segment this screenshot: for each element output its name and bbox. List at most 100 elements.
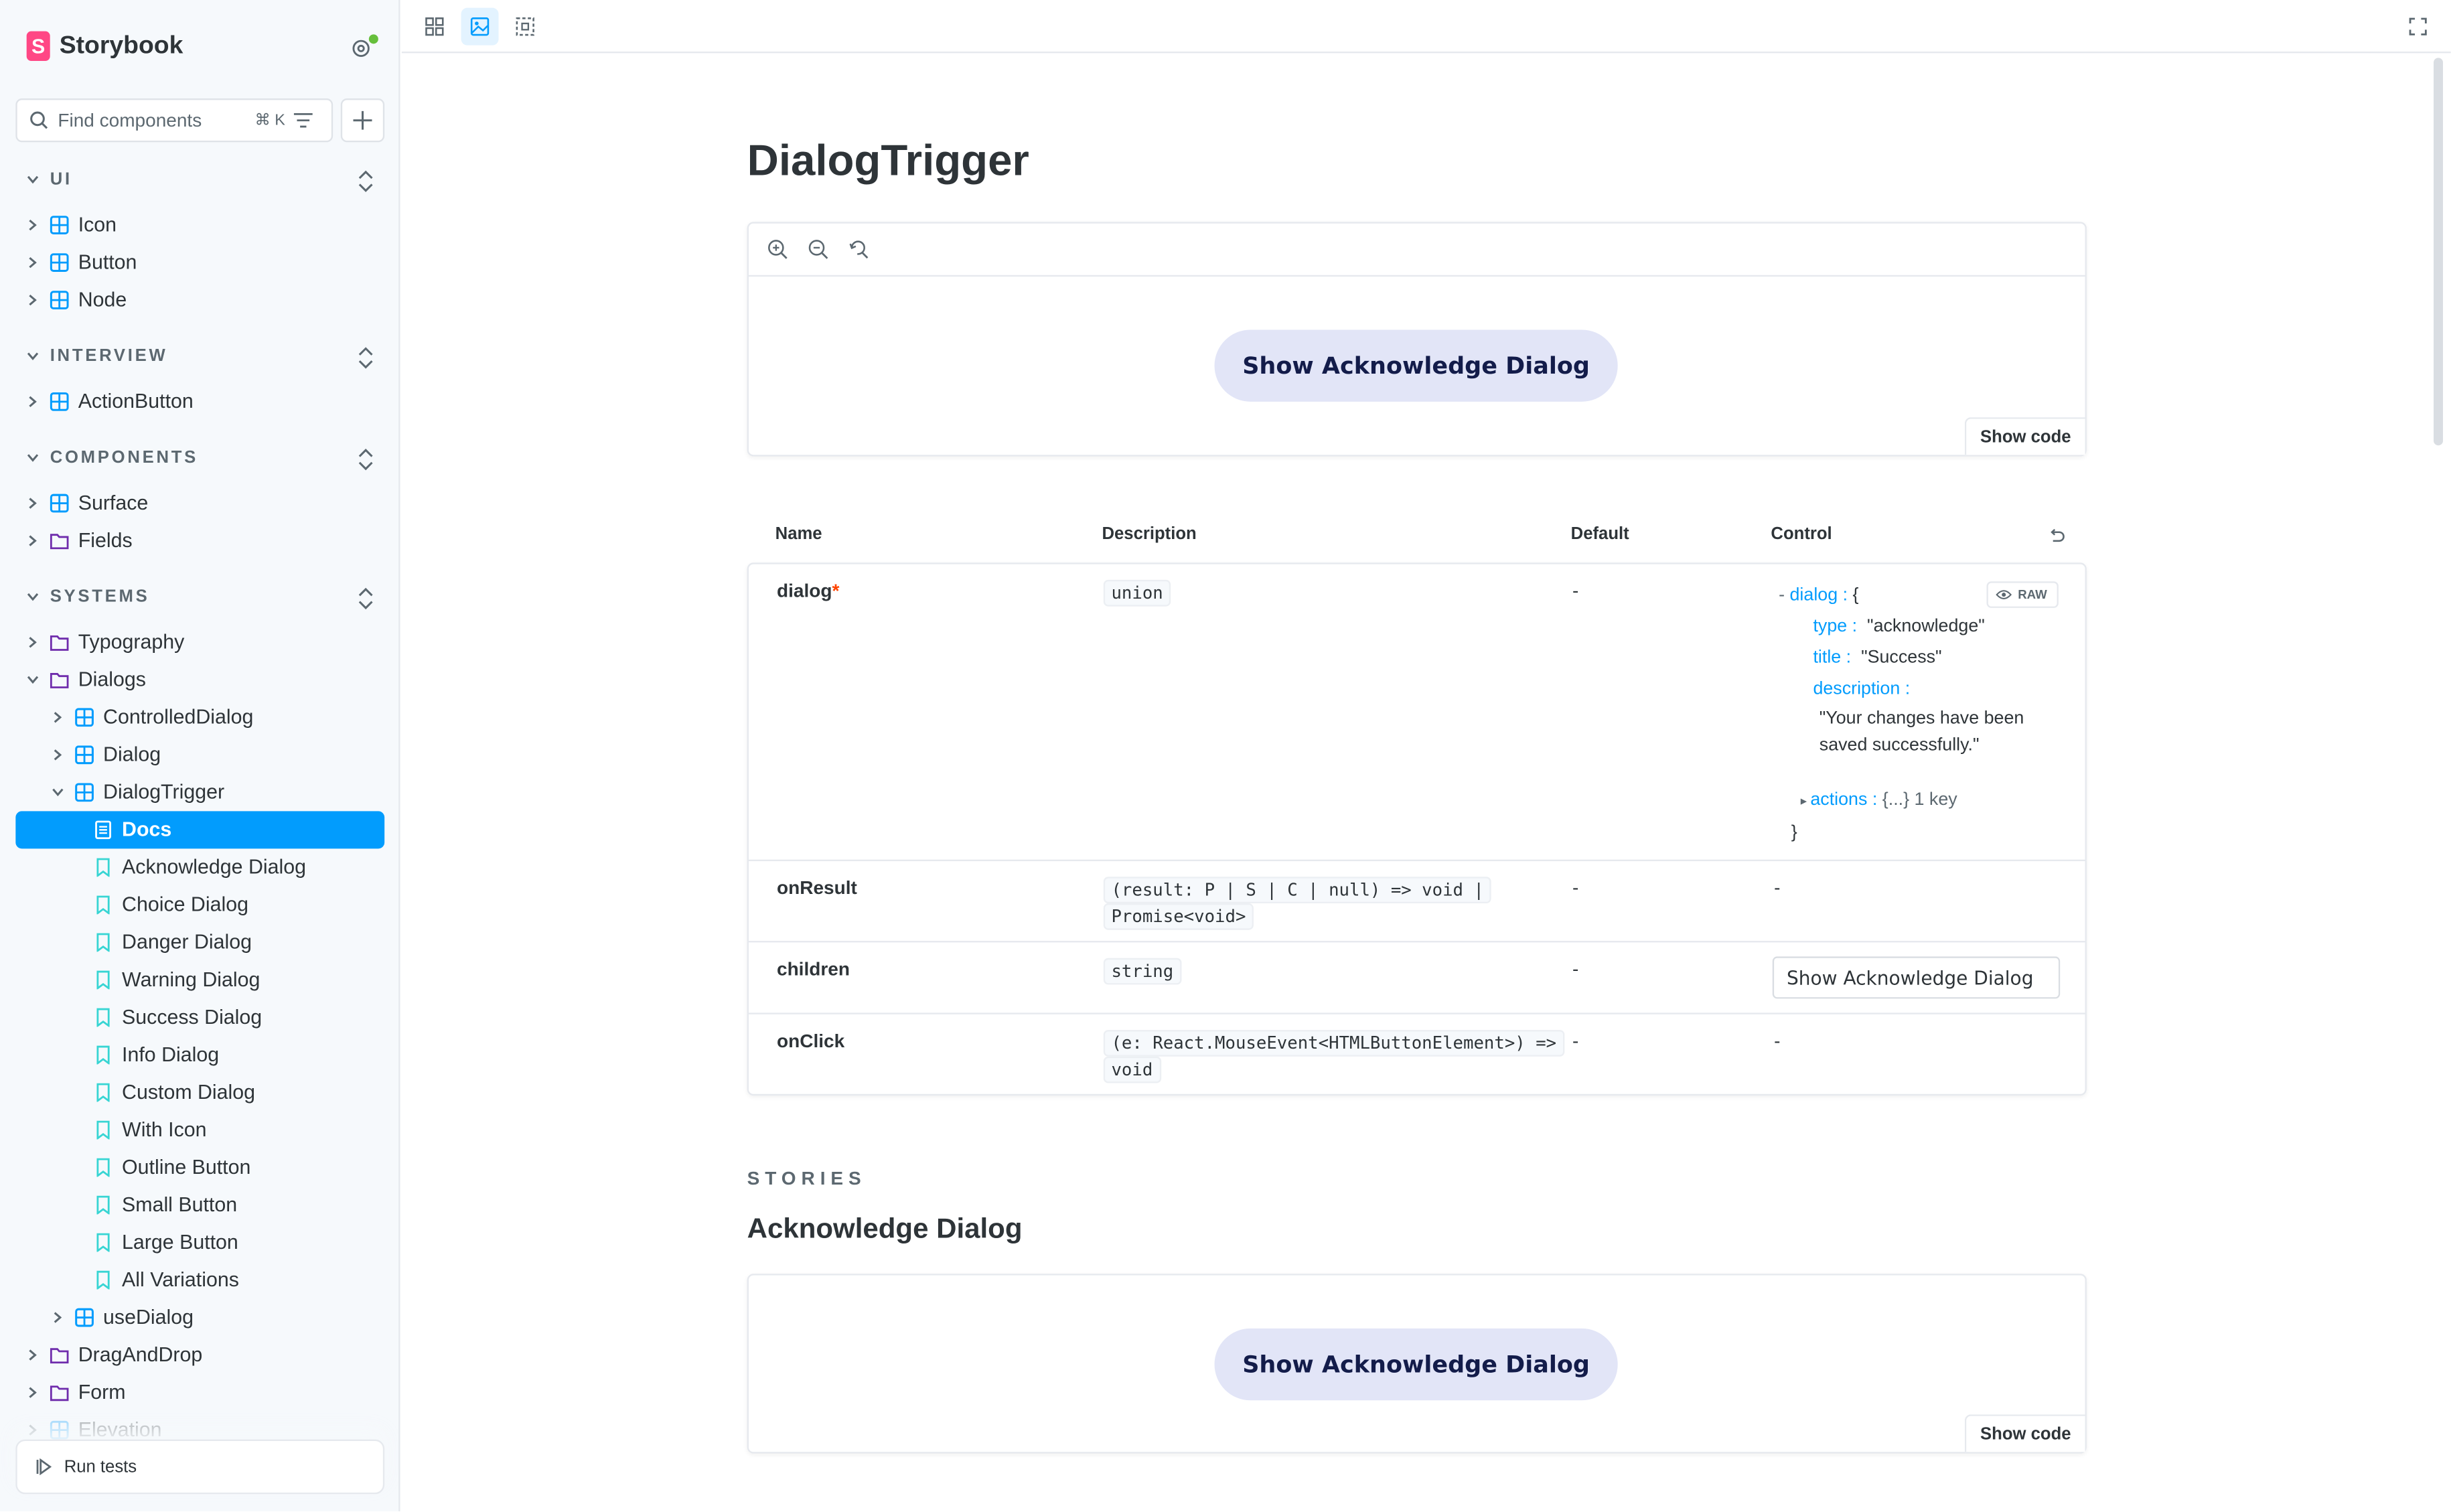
brand[interactable]: S Storybook	[26, 31, 183, 62]
bookmark-icon	[96, 933, 110, 952]
expand-collapse-icon[interactable]	[356, 447, 375, 472]
show-code-button[interactable]: Show code	[1964, 417, 2085, 455]
tree-label: Docs	[122, 817, 172, 841]
column-control: Control	[1771, 525, 1832, 544]
background-button[interactable]	[461, 7, 499, 46]
tree-label: Typography	[78, 629, 185, 654]
tree-story-item[interactable]: Danger Dialog	[94, 923, 252, 961]
tree-story-item[interactable]: Outline Button	[94, 1148, 250, 1186]
tree-component-dialog[interactable]: Dialog	[50, 736, 161, 773]
outline-button[interactable]	[506, 8, 544, 46]
bookmark-icon	[96, 895, 110, 915]
chevron-down-icon	[27, 352, 39, 360]
expand-collapse-icon[interactable]	[356, 169, 375, 194]
tree-component-node[interactable]: Node	[25, 281, 127, 319]
tree-component-dialogtrigger[interactable]: DialogTrigger	[50, 773, 224, 811]
tree-label: Icon	[78, 212, 117, 236]
reset-controls-icon[interactable]	[2048, 527, 2065, 544]
zoom-out-icon[interactable]	[808, 239, 828, 259]
tree-folder-form[interactable]: Form	[25, 1374, 126, 1412]
expand-collapse-icon[interactable]	[356, 586, 375, 611]
prop-name: onResult	[776, 877, 857, 899]
zoom-reset-icon[interactable]	[848, 239, 869, 259]
tree-folder-dialogs[interactable]: Dialogs	[25, 661, 146, 698]
raw-toggle-button[interactable]: RAW	[1986, 581, 2059, 608]
bookmark-icon	[96, 858, 110, 877]
tree-story-item[interactable]: Choice Dialog	[94, 886, 248, 923]
folder-icon	[50, 534, 69, 550]
show-code-button[interactable]: Show code	[1964, 1414, 2085, 1452]
run-tests-button[interactable]: Run tests	[15, 1439, 385, 1495]
preview-toolbar	[748, 224, 2085, 277]
section-interview[interactable]: INTERVIEW	[25, 347, 167, 366]
tree-label: Dialogs	[78, 667, 146, 691]
tree-label: Success Dialog	[122, 1004, 263, 1029]
prop-default: -	[1572, 877, 1579, 899]
bookmark-icon	[96, 1045, 110, 1065]
table-row: onResult (result: P | S | C | null) => v…	[748, 859, 2085, 941]
section-label: SYSTEMS	[50, 587, 150, 607]
play-icon	[36, 1458, 52, 1476]
tree-label: Custom Dialog	[122, 1079, 256, 1104]
plus-icon	[353, 110, 372, 130]
create-story-button[interactable]	[340, 98, 385, 143]
tree-folder-typography[interactable]: Typography	[25, 623, 184, 661]
filter-icon[interactable]	[294, 112, 313, 128]
chevron-right-icon	[29, 637, 37, 648]
section-ui[interactable]: UI	[25, 170, 72, 189]
tree-story-item[interactable]: With Icon	[94, 1111, 207, 1148]
fullscreen-button[interactable]	[2399, 8, 2437, 46]
grid-view-button[interactable]	[416, 8, 453, 46]
show-acknowledge-dialog-button[interactable]: Show Acknowledge Dialog	[1214, 329, 1618, 402]
zoom-in-icon[interactable]	[767, 239, 788, 259]
tree-story-item[interactable]: Large Button	[94, 1224, 238, 1262]
scrollbar[interactable]	[2434, 58, 2444, 446]
children-text-control[interactable]: Show Acknowledge Dialog	[1772, 956, 2061, 999]
required-marker: *	[832, 579, 840, 602]
prop-control: -	[1774, 877, 1781, 899]
tree-story-item[interactable]: Custom Dialog	[94, 1073, 255, 1111]
component-icon	[50, 216, 69, 234]
tree-component-button[interactable]: Button	[25, 244, 137, 281]
tree-component-usedialog[interactable]: useDialog	[50, 1299, 194, 1337]
tree-label: Fields	[78, 528, 133, 552]
tree-component-actionbutton[interactable]: ActionButton	[25, 383, 194, 421]
bookmark-icon	[96, 1120, 110, 1140]
tree-folder-fields[interactable]: Fields	[25, 522, 133, 560]
tree-story-item[interactable]: Acknowledge Dialog	[94, 848, 306, 886]
outline-icon	[516, 17, 534, 36]
section-systems[interactable]: SYSTEMS	[25, 588, 149, 607]
tree-component-icon[interactable]: Icon	[25, 206, 117, 244]
prop-name: children	[776, 958, 850, 980]
primary-story-preview: Show Acknowledge Dialog Show code	[747, 222, 2087, 457]
tree-story-item[interactable]: Warning Dialog	[94, 961, 260, 998]
tree-story-item[interactable]: Success Dialog	[94, 998, 262, 1036]
bookmark-icon	[96, 970, 110, 990]
prop-type: string	[1103, 958, 1181, 985]
component-icon	[75, 745, 94, 765]
expand-collapse-icon[interactable]	[356, 346, 375, 370]
chevron-right-icon	[29, 294, 37, 306]
args-table-body: dialog* union - - dialog : { type : "ack…	[747, 562, 2087, 1096]
prop-name: onClick	[776, 1030, 845, 1052]
args-table-header: Name Description Default Control	[747, 513, 2087, 563]
search-box[interactable]: ⌘ K	[15, 98, 333, 143]
search-input[interactable]	[58, 109, 246, 132]
tree-story-item[interactable]: All Variations	[94, 1262, 239, 1299]
section-label: UI	[50, 170, 72, 190]
tree-label: ControlledDialog	[103, 704, 254, 729]
tree-folder-draganddrop[interactable]: DragAndDrop	[25, 1337, 202, 1374]
object-control[interactable]: - dialog : { type : "acknowledge" title …	[1779, 580, 2075, 848]
chevron-right-icon	[54, 1312, 62, 1323]
tree-story-item[interactable]: Info Dialog	[94, 1036, 219, 1073]
section-components[interactable]: COMPONENTS	[25, 449, 198, 467]
tree-label: All Variations	[122, 1267, 239, 1291]
tree-label: Form	[78, 1379, 126, 1404]
folder-icon	[50, 635, 69, 651]
settings-button[interactable]	[350, 34, 378, 62]
tree-docs-dialogtrigger[interactable]: Docs	[15, 811, 385, 849]
tree-component-controlleddialog[interactable]: ControlledDialog	[50, 698, 254, 736]
tree-component-surface[interactable]: Surface	[25, 485, 148, 522]
show-acknowledge-dialog-button[interactable]: Show Acknowledge Dialog	[1214, 1328, 1618, 1401]
tree-story-item[interactable]: Small Button	[94, 1187, 237, 1224]
